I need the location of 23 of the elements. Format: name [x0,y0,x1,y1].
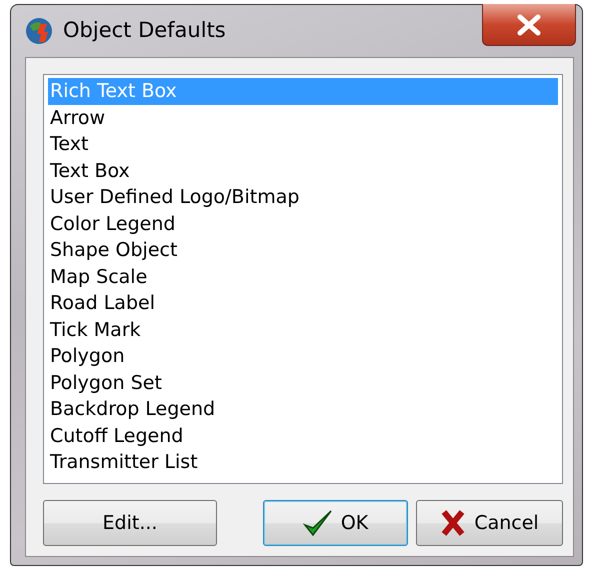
list-item[interactable]: Polygon Set [48,370,558,396]
ok-button[interactable]: OK [263,500,408,546]
window-title: Object Defaults [63,17,226,44]
list-item[interactable]: Backdrop Legend [48,396,558,422]
list-item[interactable]: Text Box [48,158,558,184]
close-icon [516,14,542,36]
cross-icon [440,509,466,537]
app-globe-icon [25,17,53,45]
list-item[interactable]: User Defined Logo/Bitmap [48,184,558,210]
list-item[interactable]: Cutoff Legend [48,422,558,449]
list-item[interactable]: Polygon [48,343,558,370]
list-item[interactable]: Arrow [48,104,558,131]
list-item[interactable]: Map Scale [48,264,558,290]
cancel-button[interactable]: Cancel [416,500,563,546]
checkmark-icon [302,509,333,537]
list-item[interactable]: Tick Mark [48,316,558,343]
list-item[interactable]: Shape Object [48,237,558,264]
close-button[interactable] [482,4,576,46]
edit-button[interactable]: Edit... [43,500,218,546]
list-item[interactable]: Color Legend [48,210,558,237]
list-item[interactable]: Road Label [48,290,558,316]
list-item[interactable]: Text [48,131,558,158]
list-item[interactable]: Transmitter List [48,449,558,476]
